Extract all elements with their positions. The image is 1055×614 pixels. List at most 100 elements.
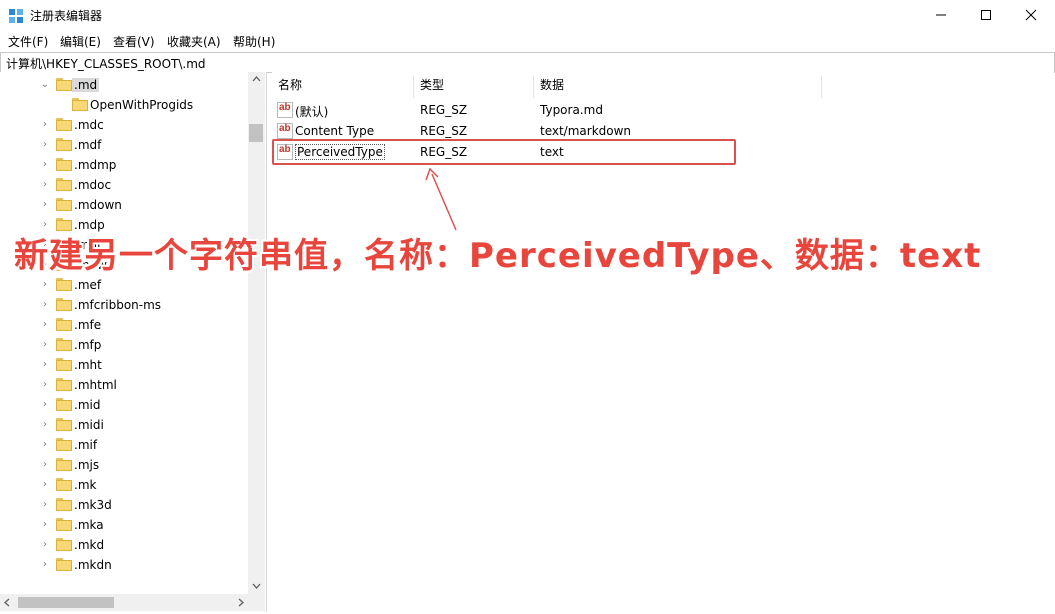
address-path[interactable]: 计算机\HKEY_CLASSES_ROOT\.md (6, 55, 206, 72)
tree-item-label: .mdmp (74, 158, 117, 172)
minimize-button[interactable] (918, 0, 964, 30)
column-header-data[interactable]: 数据 (540, 76, 564, 93)
string-value-icon: ab (277, 123, 293, 139)
tree-item[interactable]: › .mdmp (0, 155, 248, 175)
tree-item-label: .mhtml (74, 378, 117, 392)
menu-file[interactable]: 文件(F) (8, 33, 48, 50)
collapsed-chevron-icon[interactable]: › (40, 355, 50, 375)
window-title: 注册表编辑器 (30, 9, 103, 23)
collapsed-chevron-icon[interactable]: › (40, 455, 50, 475)
string-value-icon: ab (277, 102, 293, 118)
collapsed-chevron-icon[interactable]: › (40, 135, 50, 155)
tree-item-label: .mkd (74, 538, 105, 552)
tree-item[interactable]: › .mdown (0, 195, 248, 215)
tree-item[interactable]: › .mkdn (0, 555, 248, 575)
expanded-chevron-icon[interactable]: ⌄ (40, 75, 50, 95)
scroll-down-icon[interactable] (248, 579, 265, 593)
menu-favorites[interactable]: 收藏夹(A) (167, 33, 221, 50)
tree-item-label: .mfe (74, 318, 102, 332)
tree-item[interactable]: › .mfcribbon-ms (0, 295, 248, 315)
collapsed-chevron-icon[interactable]: › (40, 535, 50, 555)
close-button[interactable] (1008, 0, 1054, 30)
tree-item-selected[interactable]: ⌄ .md (0, 75, 248, 95)
address-bar[interactable]: 计算机\HKEY_CLASSES_ROOT\.md (0, 52, 1055, 73)
tree-item-label: .md (72, 78, 100, 92)
collapsed-chevron-icon[interactable]: › (40, 515, 50, 535)
value-type: REG_SZ (420, 103, 468, 117)
scroll-up-icon[interactable] (248, 72, 265, 86)
folder-icon (56, 198, 72, 211)
menu-edit[interactable]: 编辑(E) (60, 33, 101, 50)
column-divider[interactable] (821, 76, 822, 98)
menu-view[interactable]: 查看(V) (113, 33, 155, 50)
collapsed-chevron-icon[interactable]: › (40, 195, 50, 215)
scroll-left-icon[interactable] (0, 594, 14, 611)
tree-item[interactable]: › .mdc (0, 115, 248, 135)
regedit-app-icon (9, 9, 23, 23)
key-tree[interactable]: ⌄ .md OpenWithProgids › .mdc › .mdf › .mdmp ›.… (0, 72, 267, 612)
tree-vertical-scroll-thumb[interactable] (249, 124, 263, 142)
tree-item-label: .mdc (74, 118, 104, 132)
tree-item[interactable]: › .mif (0, 435, 248, 455)
collapsed-chevron-icon[interactable]: › (40, 555, 50, 575)
folder-icon (56, 558, 72, 571)
collapsed-chevron-icon[interactable]: › (40, 395, 50, 415)
column-divider[interactable] (533, 76, 534, 98)
collapsed-chevron-icon[interactable]: › (40, 315, 50, 335)
value-type: REG_SZ (420, 124, 468, 138)
collapsed-chevron-icon[interactable]: › (40, 275, 50, 295)
folder-icon (56, 498, 72, 511)
tree-item[interactable]: › .mka (0, 515, 248, 535)
collapsed-chevron-icon[interactable]: › (40, 415, 50, 435)
value-name: (默认) (295, 105, 329, 119)
tree-item[interactable]: › .mk3d (0, 495, 248, 515)
folder-icon (56, 138, 72, 151)
tree-item-label: .mdf (74, 138, 102, 152)
tree-horizontal-scroll-thumb[interactable] (18, 597, 114, 608)
tree-vertical-scrollbar[interactable] (248, 72, 265, 595)
tree-item[interactable]: › .mid (0, 395, 248, 415)
collapsed-chevron-icon[interactable]: › (40, 155, 50, 175)
scroll-right-icon[interactable] (234, 594, 248, 611)
collapsed-chevron-icon[interactable]: › (40, 175, 50, 195)
scrollbar-corner (248, 594, 265, 611)
tree-item-label: .mdown (74, 198, 122, 212)
tree-item[interactable]: › .mjs (0, 455, 248, 475)
collapsed-chevron-icon[interactable]: › (40, 475, 50, 495)
folder-icon (56, 78, 72, 91)
tree-item[interactable]: › .mkd (0, 535, 248, 555)
column-header-name[interactable]: 名称 (278, 76, 302, 93)
tree-item[interactable]: › .midi (0, 415, 248, 435)
tree-item[interactable]: › .mk (0, 475, 248, 495)
minimize-icon (936, 14, 946, 16)
collapsed-chevron-icon[interactable]: › (40, 435, 50, 455)
folder-icon (72, 98, 88, 111)
collapsed-chevron-icon[interactable]: › (40, 375, 50, 395)
tree-item-child[interactable]: OpenWithProgids (0, 95, 248, 115)
tree-item[interactable]: › .mfp (0, 335, 248, 355)
tree-item-label: .mk (74, 478, 97, 492)
tree-item[interactable]: › .mef (0, 275, 248, 295)
menu-help[interactable]: 帮助(H) (233, 33, 275, 50)
tree-item-label: .mjs (74, 458, 100, 472)
tree-item[interactable]: › .mhtml (0, 375, 248, 395)
tree-item[interactable]: › .mht (0, 355, 248, 375)
collapsed-chevron-icon[interactable]: › (40, 295, 50, 315)
tree-item[interactable]: › .mdoc (0, 175, 248, 195)
value-data: Typora.md (540, 103, 603, 117)
column-divider[interactable] (413, 76, 414, 98)
tree-item-label: .mht (74, 358, 102, 372)
collapsed-chevron-icon[interactable]: › (40, 335, 50, 355)
tree-item[interactable]: › .mdf (0, 135, 248, 155)
folder-icon (56, 158, 72, 171)
value-row[interactable]: ab Content Type REG_SZ text/markdown (272, 121, 742, 141)
collapsed-chevron-icon[interactable]: › (40, 115, 50, 135)
value-name: Content Type (295, 124, 375, 138)
menu-bar: 文件(F) 编辑(E) 查看(V) 收藏夹(A) 帮助(H) (0, 30, 1055, 51)
tree-item[interactable]: › .mfe (0, 315, 248, 335)
tree-item-label: .mid (74, 398, 101, 412)
column-header-type[interactable]: 类型 (420, 76, 444, 93)
maximize-button[interactable] (963, 0, 1009, 30)
collapsed-chevron-icon[interactable]: › (40, 495, 50, 515)
value-row[interactable]: ab (默认) REG_SZ Typora.md (272, 100, 742, 120)
